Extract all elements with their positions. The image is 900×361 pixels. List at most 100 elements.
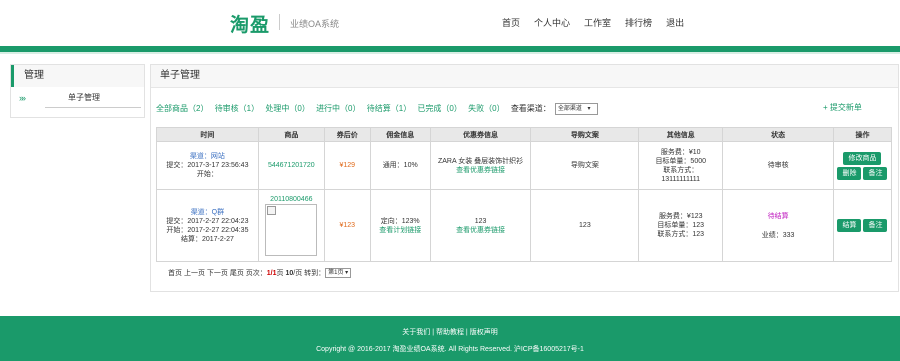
status-cell: 待审核: [722, 141, 834, 190]
channel-text: 渠道：网站: [189, 153, 225, 160]
time-cell: 渠道：Q群 提交：2017-2-27 22:04:23 开始：2017-2-27…: [156, 189, 259, 262]
price-value: ¥123: [339, 222, 356, 229]
plan-link[interactable]: 查看计划链接: [372, 226, 429, 235]
col-product: 商品: [257, 127, 325, 142]
edit-product-button[interactable]: 修改商品: [843, 151, 882, 165]
contact-value: 13111111111: [661, 175, 701, 183]
status-filters: 全部商品（2） 待审核（1） 处理中（0） 进行中（0） 待结算（1） 已完成（…: [156, 103, 602, 115]
other-cell: 服务费：¥10 目标单量：5000 联系方式： 13111111111: [638, 141, 724, 190]
coupon-cell: 123 查看优惠券链接: [429, 189, 532, 262]
col-copy: 导购文案: [530, 127, 640, 142]
filter-all[interactable]: 全部商品（2）: [156, 104, 208, 113]
note-button[interactable]: 备注: [863, 219, 888, 232]
sidebar-title: 管理: [11, 65, 144, 87]
filter-failed[interactable]: 失败（0）: [468, 104, 504, 113]
top-nav: 首页 个人中心 工作室 排行榜 退出: [502, 16, 698, 29]
pagination: 首页 上一页 下一页 尾页 页次：1/1页 10/页 转到： 第1页 ▾: [168, 268, 352, 279]
actions-cell: 结算 备注: [832, 189, 893, 262]
table-row: 渠道：网站 提交：2017-3-17 23:56:43 开始： 54467120…: [156, 141, 893, 190]
contact-label: 联系方式：: [663, 166, 699, 174]
target-volume: 目标单量：5000: [655, 157, 707, 165]
filter-processing[interactable]: 处理中（0）: [265, 104, 309, 113]
note-button[interactable]: 备注: [863, 166, 888, 180]
col-status: 状态: [722, 127, 834, 142]
submit-time: 提交：2017-3-17 23:56:43: [166, 162, 249, 169]
main-panel: 单子管理 全部商品（2） 待审核（1） 处理中（0） 进行中（0） 待结算（1）…: [150, 64, 899, 292]
filter-completed[interactable]: 已完成（0）: [417, 104, 461, 113]
coupon-link[interactable]: 查看优惠券链接: [432, 166, 530, 175]
start-time: 开始：2017-2-27 22:04:35: [166, 226, 249, 234]
status-badge: 待结算: [767, 212, 789, 220]
nav-profile[interactable]: 个人中心: [534, 16, 570, 29]
coupon-text: ZARA 女装 叠层装饰针织衫: [437, 157, 524, 165]
sidebar-item-order-management[interactable]: »» 单子管理: [11, 87, 144, 109]
logo-divider: [279, 14, 280, 30]
channel-select-value: 全部渠道: [557, 106, 582, 112]
channel-select[interactable]: 全部渠道 ▾: [554, 103, 598, 115]
price-cell: ¥123: [323, 189, 371, 262]
channel-text: 渠道：Q群: [190, 208, 225, 216]
pager-nav-text[interactable]: 首页 上一页 下一页 尾页 页次：: [168, 270, 267, 277]
start-time: 开始：: [196, 171, 218, 178]
copy-text: 导购文案: [570, 162, 599, 169]
target-volume: 目标单量：123: [657, 222, 705, 229]
product-cell: 544671201720: [257, 141, 325, 190]
pager-goto-value: 第1页: [328, 270, 344, 277]
col-other: 其他信息: [638, 127, 724, 142]
col-coupon: 优惠券信息: [429, 127, 532, 142]
table-header-row: 时间 商品 券后价 佣金信息 优惠券信息 导购文案 其他信息 状态 操作: [156, 127, 893, 142]
settle-time: 结算：2017-2-27: [180, 235, 234, 243]
copy-cell: 导购文案: [530, 141, 640, 190]
filter-in-progress[interactable]: 进行中（0）: [316, 104, 360, 113]
contact-value: 联系方式：123: [657, 231, 705, 238]
commission-cell: 通用：10%: [369, 141, 431, 190]
nav-home[interactable]: 首页: [502, 16, 520, 29]
channel-label: 查看渠道：: [510, 104, 551, 114]
nav-logout[interactable]: 退出: [666, 16, 684, 29]
broken-image-icon: [267, 206, 277, 215]
time-cell: 渠道：网站 提交：2017-3-17 23:56:43 开始：: [156, 141, 259, 190]
commission-text: 通用：10%: [382, 162, 418, 169]
double-chevron-right-icon: »»: [19, 93, 26, 103]
product-id-link[interactable]: 544671201720: [268, 162, 315, 169]
coupon-link[interactable]: 查看优惠券链接: [432, 226, 530, 235]
settle-button[interactable]: 结算: [837, 219, 862, 232]
submit-time: 提交：2017-2-27 22:04:23: [166, 217, 249, 225]
sidebar: 管理 »» 单子管理: [10, 64, 145, 118]
sidebar-divider: [45, 107, 141, 108]
service-fee: 服务费：¥123: [658, 213, 703, 220]
product-image[interactable]: [265, 204, 318, 256]
col-actions: 操作: [832, 127, 893, 142]
service-fee: 服务费：¥10: [660, 148, 701, 156]
col-commission: 佣金信息: [369, 127, 431, 142]
caret-down-icon: ▾: [345, 270, 349, 277]
status-cell: 待结算 业绩：333: [722, 189, 834, 262]
actions-cell: 修改商品 删除 备注: [832, 141, 893, 190]
coupon-text: 123: [474, 217, 487, 225]
commission-cell: 定向：123% 查看计划链接: [369, 189, 431, 262]
delete-button[interactable]: 删除: [837, 166, 862, 180]
filter-pending-review[interactable]: 待审核（1）: [215, 104, 259, 113]
nav-studio[interactable]: 工作室: [584, 16, 611, 29]
filter-pending-settle[interactable]: 待结算（1）: [367, 104, 411, 113]
submit-new-order-link[interactable]: + 提交新单: [823, 102, 862, 113]
nav-ranking[interactable]: 排行榜: [625, 16, 652, 29]
page-title: 单子管理: [151, 65, 898, 88]
header-band-light: [0, 52, 900, 54]
performance-value: 业绩：333: [761, 231, 795, 239]
pager-unit: 页: [276, 270, 284, 277]
logo-subtitle: 业绩OA系统: [290, 19, 340, 29]
footer-copyright: Copyright @ 2016-2017 淘盈业绩OA系统. All Righ…: [316, 346, 584, 353]
col-time: 时间: [156, 127, 259, 142]
coupon-cell: ZARA 女装 叠层装饰针织衫 查看优惠券链接: [429, 141, 532, 190]
sidebar-item-label: 单子管理: [68, 93, 100, 102]
copy-text: 123: [579, 222, 591, 229]
logo[interactable]: 淘盈: [230, 10, 270, 37]
pager-goto-select[interactable]: 第1页 ▾: [325, 268, 352, 279]
status-badge: 待审核: [767, 162, 789, 169]
table-row: 渠道：Q群 提交：2017-2-27 22:04:23 开始：2017-2-27…: [156, 189, 893, 262]
price-cell: ¥129: [323, 141, 371, 190]
footer-links[interactable]: 关于我们 | 帮助教程 | 版权声明: [0, 327, 900, 337]
product-id-link[interactable]: 20110800466: [260, 195, 323, 204]
price-value: ¥129: [339, 162, 356, 169]
